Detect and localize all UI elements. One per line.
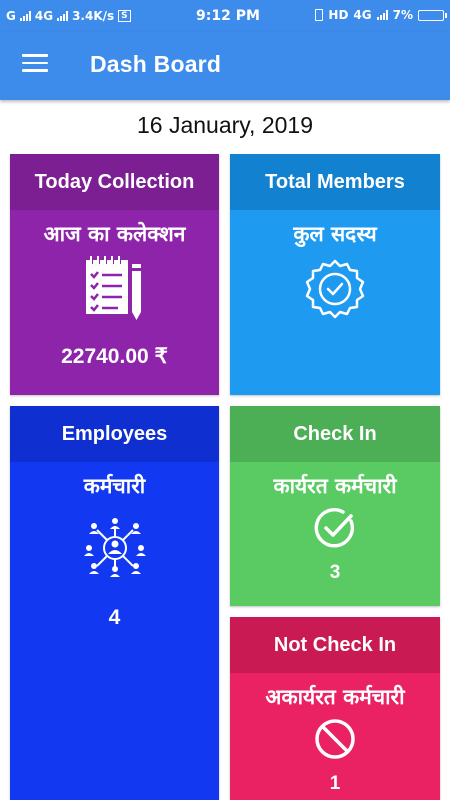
check-circle-icon (314, 508, 355, 548)
battery-saver-icon (315, 9, 324, 21)
card-subtitle: कुल सदस्य (293, 222, 377, 246)
people-network-icon (83, 518, 146, 577)
card-title: Check In (230, 406, 440, 462)
card-title: Not Check In (230, 617, 440, 673)
signal-icon-2 (57, 11, 69, 21)
card-today-collection[interactable]: Today Collection आज का कलेक्शन 22740.00 … (10, 154, 219, 395)
signal-icon (19, 11, 31, 21)
employees-count: 4 (108, 606, 121, 629)
s-icon: S (118, 10, 131, 22)
card-subtitle: कर्मचारी (83, 474, 146, 498)
card-subtitle: अकार्यरत कर्मचारी (265, 685, 405, 709)
block-icon (315, 719, 355, 759)
card-title: Employees (10, 406, 219, 462)
status-right: HD 4G 7% (315, 8, 447, 22)
collection-amount: 22740.00 ₹ (61, 345, 168, 368)
network-type-right: 4G (353, 8, 372, 22)
network-type: 4G (34, 9, 54, 23)
status-left: G 4G 3.4K/s S (6, 9, 131, 23)
battery-icon (418, 9, 447, 21)
app-bar: Dash Board (0, 32, 450, 100)
carrier-label: G (6, 9, 16, 23)
hamburger-menu-icon[interactable] (22, 54, 48, 76)
card-title: Today Collection (10, 154, 219, 210)
notepad-checklist-icon (85, 256, 141, 320)
card-subtitle: आज का कलेक्शन (43, 222, 186, 246)
status-time: 9:12 PM (196, 8, 260, 24)
checkin-count: 3 (329, 562, 341, 583)
card-employees[interactable]: Employees कर्मचारी 4 (10, 406, 219, 800)
verified-badge-icon (305, 259, 365, 319)
not-checkin-count: 1 (329, 773, 341, 794)
battery-percent: 7% (392, 8, 413, 22)
card-not-check-in[interactable]: Not Check In अकार्यरत कर्मचारी 1 (230, 617, 440, 800)
card-title: Total Members (230, 154, 440, 210)
network-speed: 3.4K/s (72, 9, 115, 23)
signal-icon-3 (376, 10, 388, 20)
hd-label: HD (328, 8, 349, 22)
card-subtitle: कार्यरत कर्मचारी (273, 474, 397, 498)
card-total-members[interactable]: Total Members कुल सदस्य (230, 154, 440, 395)
card-check-in[interactable]: Check In कार्यरत कर्मचारी 3 (230, 406, 440, 606)
status-bar: G 4G 3.4K/s S 9:12 PM HD 4G 7% (0, 0, 450, 32)
date-label: 16 January, 2019 (136, 112, 314, 138)
app-title: Dash Board (90, 51, 222, 77)
